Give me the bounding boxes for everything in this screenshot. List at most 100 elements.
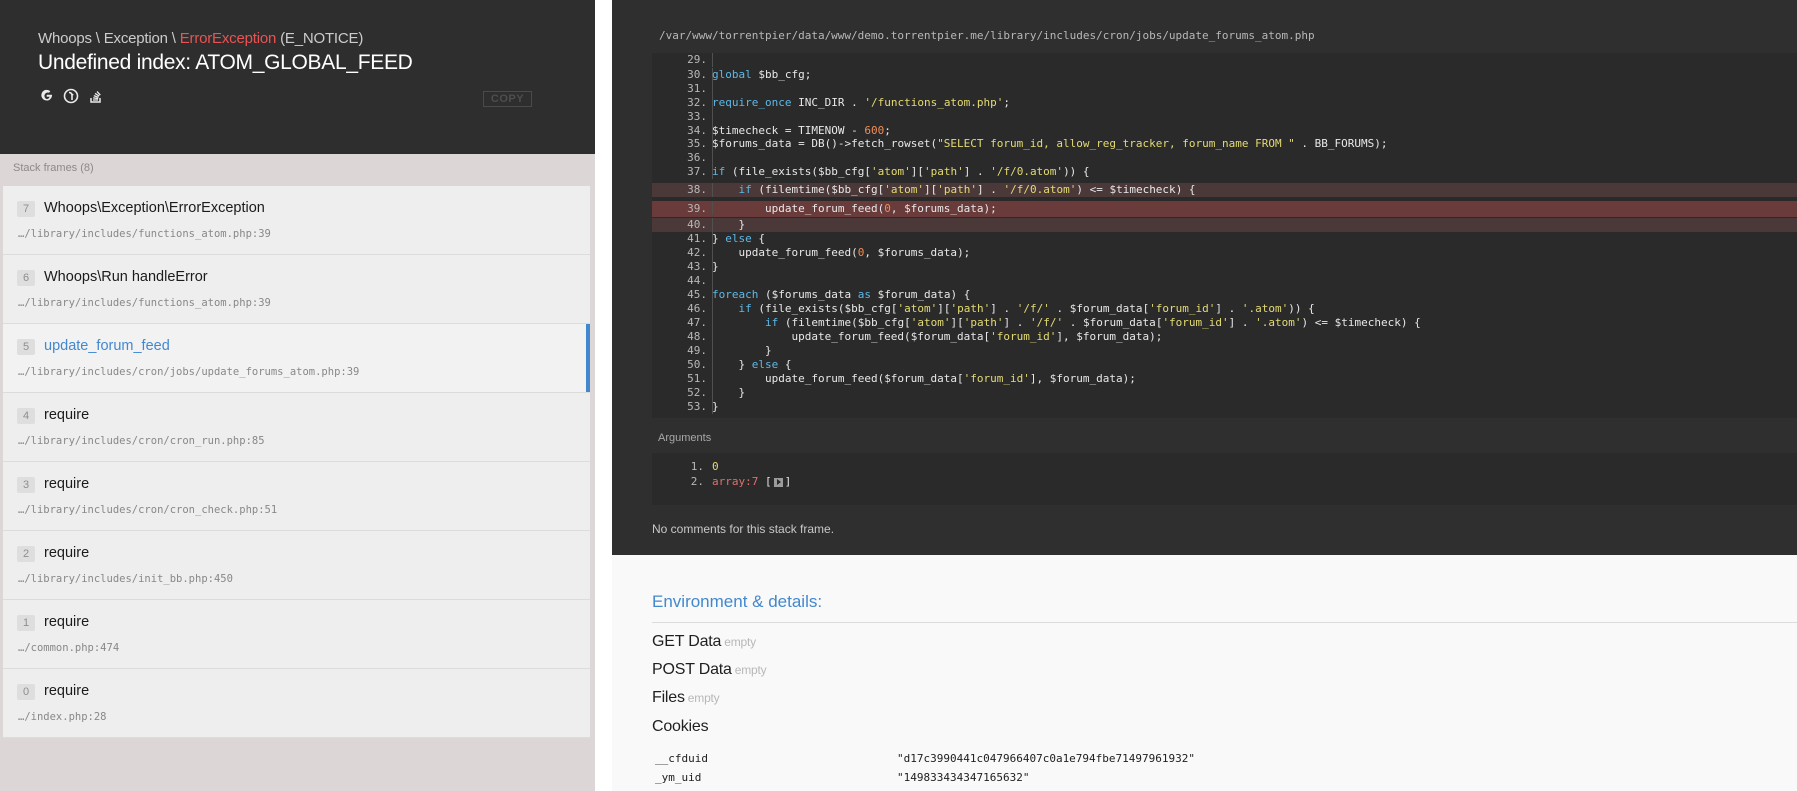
frame-function: require xyxy=(44,614,90,630)
frame-file-path[interactable]: /var/www/torrentpier/data/www/demo.torre… xyxy=(659,29,1315,42)
code-panel: /var/www/torrentpier/data/www/demo.torre… xyxy=(612,0,1797,555)
line-source: } xyxy=(712,400,719,413)
exception-message: Undefined index: ATOM_GLOBAL_FEED xyxy=(38,51,413,74)
argument-number: 1. xyxy=(690,460,704,473)
line-number: 49. xyxy=(687,344,707,357)
frame-function: update_forum_feed xyxy=(44,338,170,354)
section-title: Files xyxy=(652,689,685,706)
frame-index: 1 xyxy=(17,615,35,631)
line-source: update_forum_feed($forum_data['forum_id'… xyxy=(712,330,1163,343)
line-source: if (filemtime($bb_cfg['atom']['path'] . … xyxy=(738,183,1196,196)
stack-frames-panel: Whoops \ Exception \ ErrorException (E_N… xyxy=(0,0,595,791)
line-number: 33. xyxy=(687,110,707,123)
stack-frame[interactable]: 7 Whoops\Exception\ErrorException …/libr… xyxy=(3,186,590,255)
frame-function: Whoops\Exception\ErrorException xyxy=(44,200,265,216)
expand-array-icon[interactable] xyxy=(773,477,783,487)
frame-function: Whoops\Run handleError xyxy=(44,269,208,285)
line-number: 48. xyxy=(687,330,707,343)
frame-comments: No comments for this stack frame. xyxy=(652,522,835,536)
line-number: 53. xyxy=(687,400,707,413)
code-line: 49. } xyxy=(652,344,1797,358)
arguments-list: 1. 0 2. array:7 [] xyxy=(652,453,1797,505)
frame-index: 7 xyxy=(17,201,35,217)
argument-item: 1. 0 xyxy=(652,459,952,475)
code-line: 50. } else { xyxy=(652,358,1797,372)
code-line: 53.} xyxy=(652,400,1797,414)
frame-file: …/library/includes/cron/cron_run.php:85 xyxy=(18,435,265,447)
code-line: 38. if (filemtime($bb_cfg['atom']['path'… xyxy=(652,183,1797,197)
stack-frame[interactable]: 0 require …/index.php:28 xyxy=(3,669,590,738)
code-line: 47. if (filemtime($bb_cfg['atom']['path'… xyxy=(652,316,1797,330)
line-source: if (file_exists($bb_cfg['atom']['path'] … xyxy=(738,302,1315,315)
line-number: 35. xyxy=(687,137,707,150)
search-links xyxy=(38,87,104,104)
frame-file: …/library/includes/cron/jobs/update_foru… xyxy=(18,366,360,378)
array-open-bracket: [ xyxy=(764,475,772,488)
panel-gap xyxy=(595,0,612,791)
frame-function: require xyxy=(44,545,90,561)
argument-number: 2. xyxy=(690,475,704,488)
duckduckgo-search-icon[interactable] xyxy=(63,87,79,104)
line-number: 29. xyxy=(687,53,707,66)
frame-index: 2 xyxy=(17,546,35,562)
line-number: 42. xyxy=(687,246,707,259)
stack-frame[interactable]: 2 require …/library/includes/init_bb.php… xyxy=(3,531,590,600)
line-source: } else { xyxy=(712,232,765,245)
line-source: if (filemtime($bb_cfg['atom']['path'] . … xyxy=(764,316,1421,329)
line-number: 30. xyxy=(687,68,707,81)
code-line: 32. require_once INC_DIR . '/functions_at… xyxy=(652,96,1797,110)
section-post-data: POST Data empty xyxy=(652,661,767,679)
line-source: update_forum_feed(0, $forums_data); xyxy=(712,202,997,215)
code-line: 29. xyxy=(652,53,1797,67)
stack-frames-list: 7 Whoops\Exception\ErrorException …/libr… xyxy=(3,186,590,738)
line-source: update_forum_feed(0, $forums_data); xyxy=(712,246,971,259)
frame-file: …/library/includes/cron/cron_check.php:5… xyxy=(18,504,278,516)
line-source: } else { xyxy=(712,358,792,371)
stack-frame[interactable]: 4 require …/library/includes/cron/cron_r… xyxy=(3,393,590,462)
argument-value: 0 xyxy=(712,460,719,473)
exception-header: Whoops \ Exception \ ErrorException (E_N… xyxy=(0,0,595,154)
stackoverflow-search-icon[interactable] xyxy=(88,87,104,104)
argument-value: array:7 [] xyxy=(712,474,791,490)
gutter-divider xyxy=(712,151,713,165)
cookie-key: _ym_uid xyxy=(655,771,702,784)
stack-frame[interactable]: 1 require …/common.php:474 xyxy=(3,600,590,669)
code-line: 51. update_forum_feed($forum_data['forum… xyxy=(652,372,1797,386)
section-cookies: Cookies xyxy=(652,718,709,736)
code-line: 52. } xyxy=(652,386,1797,400)
code-line: 33. xyxy=(652,110,1797,124)
copy-button[interactable]: COPY xyxy=(483,91,532,107)
empty-label: empty xyxy=(687,691,720,705)
frame-file: …/common.php:474 xyxy=(18,642,120,654)
line-number: 50. xyxy=(687,358,707,371)
line-number: 43. xyxy=(687,260,707,273)
code-snippet: 29. 30. global $bb_cfg; 31. 32. require_once … xyxy=(652,53,1797,418)
argument-item: 2. array:7 [] xyxy=(652,474,952,490)
stack-frame[interactable]: 3 require …/library/includes/cron/cron_c… xyxy=(3,462,590,531)
line-number: 52. xyxy=(687,386,707,399)
frame-index: 0 xyxy=(17,684,35,700)
exception-code: (E_NOTICE) xyxy=(276,30,364,47)
code-line: 30. global $bb_cfg; xyxy=(652,68,1797,82)
stack-frame-active[interactable]: 5 update_forum_feed …/library/includes/c… xyxy=(3,324,590,393)
line-number: 36. xyxy=(687,151,707,164)
line-number: 41. xyxy=(687,232,707,245)
line-source: global $bb_cfg; xyxy=(712,68,812,81)
frame-index: 4 xyxy=(17,408,35,424)
empty-label: empty xyxy=(724,635,756,649)
frame-function: require xyxy=(44,476,90,492)
frame-function: require xyxy=(44,683,90,699)
frame-function: require xyxy=(44,407,90,423)
google-search-icon[interactable] xyxy=(38,87,54,104)
line-number: 32. xyxy=(687,96,707,109)
code-line-highlighted: 39. update_forum_feed(0, $forums_data); xyxy=(652,201,1797,217)
stack-frame[interactable]: 6 Whoops\Run handleError …/library/inclu… xyxy=(3,255,590,324)
code-line: 48. update_forum_feed($forum_data['forum… xyxy=(652,330,1797,344)
line-source: $forums_data = DB()->fetch_rowset("SELEC… xyxy=(712,137,1388,150)
array-close-bracket: ] xyxy=(784,475,792,488)
line-number: 34. xyxy=(687,124,707,137)
frame-index: 3 xyxy=(17,477,35,493)
code-line: 43.} xyxy=(652,260,1797,274)
argument-type: array:7 xyxy=(712,475,759,488)
line-source: } xyxy=(712,260,719,273)
